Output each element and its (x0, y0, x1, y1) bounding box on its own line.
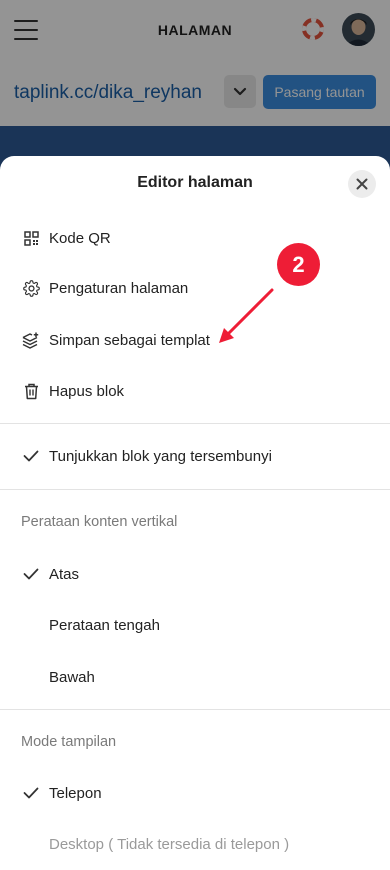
save-as-template-item[interactable]: Simpan sebagai templat (0, 318, 390, 362)
layers-plus-icon (22, 331, 40, 349)
vertical-align-section-label: Perataan konten vertikal (21, 514, 178, 530)
view-phone-label: Telepon (49, 784, 102, 802)
align-top-label: Atas (49, 565, 80, 583)
align-middle-label: Perataan tengah (49, 616, 160, 634)
sheet-title: Editor halaman (137, 174, 253, 191)
view-phone-option[interactable]: Telepon (0, 771, 390, 815)
view-mode-section-label: Mode tampilan (21, 734, 117, 750)
page-settings-item[interactable]: Pengaturan halaman (0, 266, 390, 310)
pointer-arrow-icon (219, 288, 274, 343)
gear-icon (22, 279, 40, 297)
align-top-option[interactable]: Atas (0, 552, 390, 596)
divider (0, 423, 390, 424)
view-desktop-label: Desktop ( Tidak tersedia di telepon ) (49, 835, 290, 853)
qr-code-item[interactable]: Kode QR (0, 216, 390, 260)
delete-block-label: Hapus blok (49, 382, 125, 400)
view-desktop-option: Desktop ( Tidak tersedia di telepon ) (0, 822, 390, 866)
page-settings-label: Pengaturan halaman (49, 279, 189, 297)
close-icon (356, 178, 368, 190)
align-bottom-option[interactable]: Bawah (0, 655, 390, 699)
save-as-template-label: Simpan sebagai templat (49, 331, 210, 349)
divider (0, 709, 390, 710)
show-hidden-blocks-label: Tunjukkan blok yang tersembunyi (49, 447, 272, 465)
checkmark-icon (22, 784, 40, 802)
divider (0, 489, 390, 490)
qr-code-label: Kode QR (49, 229, 111, 247)
close-button[interactable] (348, 170, 376, 198)
checkmark-icon (22, 565, 40, 583)
step-number-badge: 2 (277, 243, 320, 286)
page-editor-sheet: Editor halaman Kode QR Pengaturan halama… (0, 156, 390, 870)
delete-block-item[interactable]: Hapus blok (0, 369, 390, 413)
checkmark-icon (22, 447, 40, 465)
align-bottom-label: Bawah (49, 668, 95, 686)
trash-icon (22, 382, 40, 400)
align-middle-option[interactable]: Perataan tengah (0, 603, 390, 647)
show-hidden-blocks-toggle[interactable]: Tunjukkan blok yang tersembunyi (0, 434, 390, 478)
qr-code-icon (22, 229, 40, 247)
